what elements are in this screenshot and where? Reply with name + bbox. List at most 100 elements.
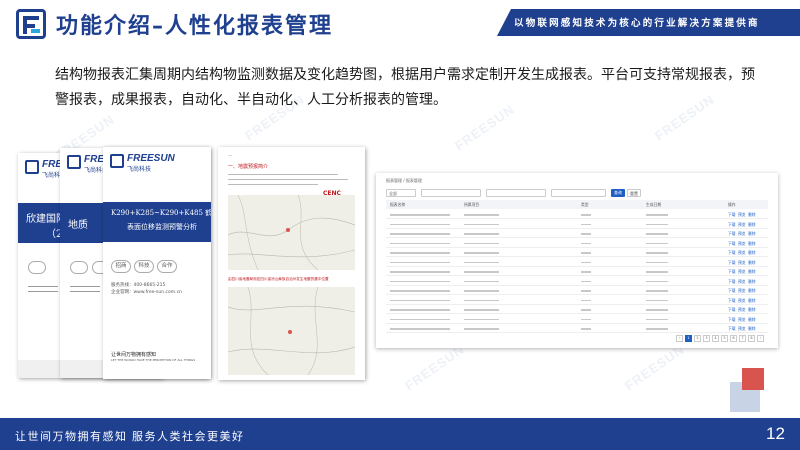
row-action-link: 下载 (728, 269, 736, 274)
pagination-page: 7 (739, 335, 746, 342)
row-action-link: 删除 (748, 288, 756, 293)
table-header: 报表名称 所属项目 类型 生成日期 操作 (386, 200, 768, 209)
footer-slogan-1: 让世间万物拥有感知 (15, 430, 128, 443)
row-action-link: 下载 (728, 240, 736, 246)
date-input (486, 189, 546, 197)
booklet-subtitle: 表面位移监测预警分析 (127, 223, 197, 231)
row-action-link: 删除 (748, 212, 756, 217)
report-management-table-screenshot: 报表管理 / 报表管理 全部 查询 重置 报表名称 所属项目 类型 生成日期 操… (376, 173, 778, 348)
table-row: 下载 预览 删除 (386, 277, 768, 286)
pagination-page: 6 (730, 335, 737, 342)
divider (70, 286, 100, 287)
row-action-link: 预览 (738, 259, 746, 265)
row-action-link: 下载 (728, 221, 736, 227)
table-row: 下载 预览 删除 (386, 296, 768, 305)
report-heading: 一、地震预报简介 (228, 164, 269, 170)
booklet-contact: 企业官网：www.free-sun.com.cn (111, 290, 182, 295)
reset-button: 重置 (627, 189, 641, 197)
row-action-link: 预览 (738, 221, 746, 227)
booklet-logo-icon (67, 155, 81, 169)
date-input (421, 189, 481, 197)
company-logo-icon (16, 9, 46, 39)
row-action-link: 预览 (738, 212, 746, 217)
row-action-link: 预览 (738, 288, 746, 293)
pagination-page: 4 (712, 335, 719, 342)
row-action-link: 删除 (748, 240, 756, 246)
row-action-link: 预览 (738, 231, 746, 236)
table-row: 下载 预览 删除 (386, 229, 768, 238)
pagination-next: › (757, 335, 764, 342)
row-action-link: 预览 (738, 278, 746, 284)
divider (70, 291, 100, 292)
row-action-link: 删除 (748, 316, 756, 322)
booklet-pill: 合作 (157, 260, 177, 273)
pagination-page: 1 (685, 335, 692, 342)
row-action-link: 预览 (738, 297, 746, 303)
pagination-prev: ‹ (676, 335, 683, 342)
row-action-link: 删除 (748, 221, 756, 227)
row-action-link: 预览 (738, 250, 746, 255)
table-row: 下载 预览 删除 (386, 286, 768, 295)
booklet-brand: FREESUN (127, 153, 175, 164)
booklet-contact: 服务热线：400-8665-215 (111, 283, 166, 288)
feature-description: 结构物报表汇集周期内结构物监测数据及变化趋势图，根据用户需求定制开发生成报表。平… (55, 67, 755, 108)
row-action-link: 删除 (748, 278, 756, 284)
row-action-link: 下载 (728, 326, 736, 331)
footer-slogan-2: 服务人类社会更美好 (132, 430, 245, 443)
report-booklet-3: FREESUN 飞尚科技 K290+K285~K290+K485 鹤岗至 表面位… (103, 147, 211, 379)
header-tagline: 以物联网感知技术为核心的行业解决方案提供商 (514, 18, 760, 29)
row-action-link: 下载 (728, 231, 736, 236)
search-button: 查询 (611, 189, 625, 197)
watermark: FREESUN (401, 341, 468, 394)
row-action-link: 预览 (738, 240, 746, 246)
report-map-2 (228, 287, 355, 375)
pagination-page: 5 (721, 335, 728, 342)
booklet-brand-cn: 飞尚科技 (127, 166, 152, 173)
divider (28, 291, 58, 292)
row-action-link: 删除 (748, 269, 756, 274)
row-action-link: 删除 (748, 231, 756, 236)
table-row: 下载 预览 删除 (386, 248, 768, 257)
row-action-link: 下载 (728, 212, 736, 217)
row-action-link: 下载 (728, 278, 736, 284)
divider (28, 286, 58, 287)
row-action-link: 下载 (728, 297, 736, 303)
booklet-logo-icon (25, 160, 39, 174)
row-action-link: 下载 (728, 288, 736, 293)
booklet-pill (28, 261, 46, 274)
booklet-pill: 招商 (111, 260, 131, 273)
report-map-1 (228, 195, 355, 270)
column-header: 操作 (728, 202, 736, 207)
booklet-title: K290+K285~K290+K485 鹤岗至 (111, 209, 211, 217)
decor-square-accent (742, 368, 764, 390)
table-row: 下载 预览 删除 (386, 239, 768, 248)
table-row: 下载 预览 删除 (386, 305, 768, 314)
booklet-slogan: 让世间万物拥有感知 (111, 352, 157, 358)
row-action-link: 删除 (748, 307, 756, 312)
table-row: 下载 预览 删除 (386, 220, 768, 229)
column-header: 生成日期 (646, 202, 662, 207)
table-row: 下载 预览 删除 (386, 324, 768, 333)
booklet-slogan-en: LET THE WORLD HAVE THE PERCEPTION OF ALL… (111, 358, 196, 362)
row-action-link: 下载 (728, 259, 736, 265)
row-action-link: 下载 (728, 250, 736, 255)
table-row: 下载 预览 删除 (386, 258, 768, 267)
booklet-logo-icon (110, 154, 124, 168)
row-action-link: 删除 (748, 250, 756, 255)
booklet-pill: 科技 (134, 260, 154, 273)
row-action-link: 预览 (738, 269, 746, 274)
page-title: 功能介绍–人性化报表管理 (56, 14, 334, 39)
row-action-link: 下载 (728, 307, 736, 312)
watermark: FREESUN (621, 341, 688, 394)
row-action-link: 预览 (738, 316, 746, 322)
filter-select: 全部 (386, 189, 416, 197)
pagination-page: 8 (748, 335, 755, 342)
booklet-title: 地质 (68, 220, 88, 231)
row-action-link: 预览 (738, 326, 746, 331)
pagination-page: 3 (703, 335, 710, 342)
column-header: 报表名称 (390, 202, 406, 207)
pagination-page: 2 (694, 335, 701, 342)
row-action-link: 下载 (728, 316, 736, 322)
table-row: 下载 预览 删除 (386, 267, 768, 276)
report-document: — 一、地震预报简介 CENC 由四川省地震局测定四川省凉山彝族自治州发生地震的… (218, 147, 365, 380)
